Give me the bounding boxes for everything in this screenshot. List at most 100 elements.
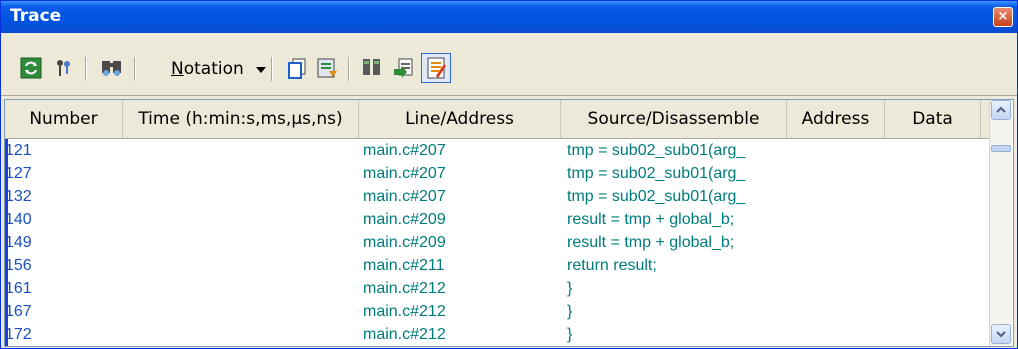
scroll-up-button[interactable] bbox=[991, 100, 1011, 120]
time-cell bbox=[123, 208, 353, 231]
number-cell: 127 bbox=[5, 165, 32, 182]
find-button[interactable] bbox=[99, 55, 125, 81]
data-cell bbox=[889, 208, 979, 231]
number-cell: 140 bbox=[5, 211, 32, 228]
number-cell: 132 bbox=[5, 188, 32, 205]
table-row[interactable]: 127 main.c#207 tmp = sub02_sub01(arg_ bbox=[5, 162, 991, 185]
goto-source-button[interactable] bbox=[391, 55, 417, 81]
time-cell bbox=[123, 254, 353, 277]
column-header-source[interactable]: Source/Disassemble bbox=[561, 100, 787, 138]
source-cell: result = tmp + global_b; bbox=[567, 234, 735, 251]
column-header-time[interactable]: Time (h:min:s,ms,μs,ns) bbox=[123, 100, 359, 138]
refresh-icon bbox=[20, 57, 42, 79]
table-body: 121 main.c#207 tmp = sub02_sub01(arg_ 12… bbox=[5, 139, 991, 346]
close-icon: × bbox=[997, 9, 1009, 24]
line-address-cell: main.c#212 bbox=[363, 303, 446, 320]
close-button[interactable]: × bbox=[993, 7, 1013, 27]
time-cell bbox=[123, 300, 353, 323]
column-header-line-address[interactable]: Line/Address bbox=[359, 100, 561, 138]
window-title: Trace bbox=[10, 6, 62, 26]
time-cell bbox=[123, 185, 353, 208]
find-icon bbox=[102, 61, 121, 76]
time-cell bbox=[123, 139, 353, 162]
data-cell bbox=[889, 162, 979, 185]
source-cell: result = tmp + global_b; bbox=[567, 211, 735, 228]
time-cell bbox=[123, 277, 353, 300]
data-cell bbox=[889, 139, 979, 162]
notation-label: otation bbox=[183, 59, 244, 79]
address-cell bbox=[791, 254, 881, 277]
source-cell: tmp = sub02_sub01(arg_ bbox=[567, 188, 746, 205]
table-row[interactable]: 161 main.c#212 } bbox=[5, 277, 991, 300]
data-cell bbox=[889, 185, 979, 208]
binoculars-icon bbox=[363, 59, 380, 75]
table-row[interactable]: 149 main.c#209 result = tmp + global_b; bbox=[5, 231, 991, 254]
data-cell bbox=[889, 300, 979, 323]
line-address-cell: main.c#209 bbox=[363, 211, 446, 228]
scroll-thumb[interactable] bbox=[991, 145, 1011, 152]
line-address-cell: main.c#209 bbox=[363, 234, 446, 251]
number-cell: 121 bbox=[5, 142, 32, 159]
line-address-cell: main.c#207 bbox=[363, 142, 446, 159]
table-row[interactable]: 132 main.c#207 tmp = sub02_sub01(arg_ bbox=[5, 185, 991, 208]
notation-accesskey: N bbox=[171, 59, 184, 79]
copy-button[interactable] bbox=[284, 55, 310, 81]
address-cell bbox=[791, 139, 881, 162]
address-cell bbox=[791, 162, 881, 185]
line-address-cell: main.c#207 bbox=[363, 188, 446, 205]
toolbar-separator bbox=[85, 57, 87, 81]
binoculars-button[interactable] bbox=[359, 55, 385, 81]
line-address-cell: main.c#211 bbox=[363, 257, 445, 274]
table-row[interactable]: 172 main.c#212 } bbox=[5, 323, 991, 346]
time-cell bbox=[123, 231, 353, 254]
data-cell bbox=[889, 323, 979, 346]
export-button[interactable] bbox=[314, 55, 340, 81]
export-icon bbox=[317, 58, 337, 78]
table-row[interactable]: 156 main.c#211 return result; bbox=[5, 254, 991, 277]
source-cell: } bbox=[567, 280, 573, 297]
filter-button[interactable] bbox=[51, 55, 77, 81]
title-bar[interactable]: Trace × bbox=[1, 1, 1017, 33]
number-cell: 149 bbox=[5, 234, 32, 251]
number-cell: 167 bbox=[5, 303, 32, 320]
table-row[interactable]: 140 main.c#209 result = tmp + global_b; bbox=[5, 208, 991, 231]
filter-icon bbox=[57, 60, 70, 76]
line-address-cell: main.c#207 bbox=[363, 165, 446, 182]
table-row[interactable]: 121 main.c#207 tmp = sub02_sub01(arg_ bbox=[5, 139, 991, 162]
mixed-display-icon bbox=[427, 57, 446, 79]
address-cell bbox=[791, 323, 881, 346]
column-header-number[interactable]: Number bbox=[5, 100, 123, 138]
chevron-up-icon bbox=[996, 106, 1006, 113]
number-cell: 172 bbox=[5, 326, 32, 343]
address-cell bbox=[791, 208, 881, 231]
address-cell bbox=[791, 277, 881, 300]
copy-icon bbox=[288, 58, 306, 79]
source-cell: tmp = sub02_sub01(arg_ bbox=[567, 165, 746, 182]
source-cell: tmp = sub02_sub01(arg_ bbox=[567, 142, 746, 159]
refresh-button[interactable] bbox=[18, 55, 44, 81]
data-cell bbox=[889, 231, 979, 254]
trace-table: Number Time (h:min:s,ms,μs,ns) Line/Addr… bbox=[4, 99, 1014, 347]
chevron-down-icon[interactable] bbox=[256, 67, 266, 73]
time-cell bbox=[123, 162, 353, 185]
column-header-address[interactable]: Address bbox=[787, 100, 885, 138]
address-cell bbox=[791, 300, 881, 323]
column-header-data[interactable]: Data bbox=[885, 100, 981, 138]
table-row[interactable]: 167 main.c#212 } bbox=[5, 300, 991, 323]
trace-window: Trace × Notation Number Time (h:min:s,ms… bbox=[0, 0, 1018, 349]
line-address-cell: main.c#212 bbox=[363, 326, 446, 343]
number-cell: 161 bbox=[5, 280, 32, 297]
number-cell: 156 bbox=[5, 257, 32, 274]
mixed-display-button[interactable] bbox=[421, 53, 451, 83]
source-cell: return result; bbox=[567, 257, 657, 274]
scroll-down-button[interactable] bbox=[991, 324, 1011, 344]
notation-menu[interactable]: Notation bbox=[171, 59, 244, 79]
chevron-down-icon bbox=[996, 331, 1006, 338]
time-cell bbox=[123, 323, 353, 346]
toolbar: Notation bbox=[1, 33, 1017, 96]
toolbar-separator bbox=[271, 57, 273, 81]
source-cell: } bbox=[567, 326, 573, 343]
data-cell bbox=[889, 277, 979, 300]
vertical-scrollbar[interactable] bbox=[989, 100, 1012, 346]
toolbar-separator bbox=[348, 57, 350, 81]
